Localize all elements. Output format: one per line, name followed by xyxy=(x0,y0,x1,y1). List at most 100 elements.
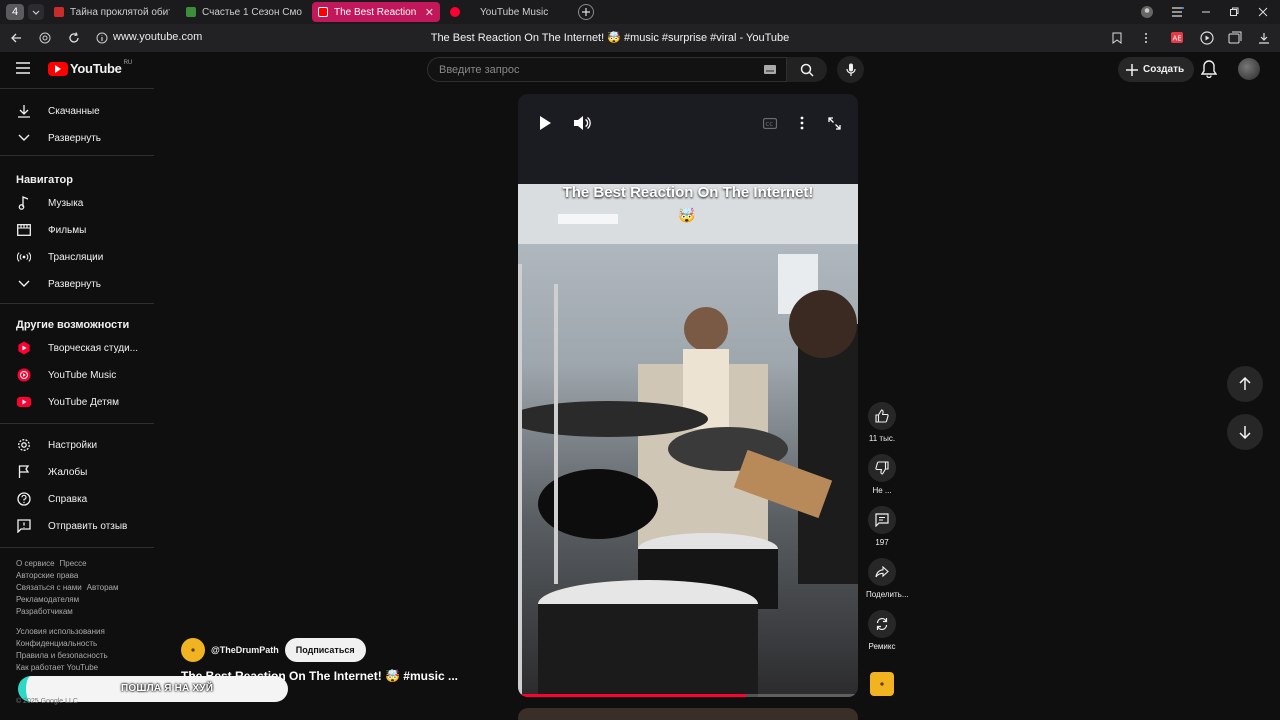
voice-search-button[interactable] xyxy=(837,56,864,83)
tab-counter[interactable]: 4 xyxy=(6,4,24,20)
sidebar-item-label: Скачанные xyxy=(48,105,100,117)
sidebar-item-help[interactable]: Справка xyxy=(0,486,154,512)
search-button[interactable] xyxy=(787,57,827,82)
sidebar-item-label: Развернуть xyxy=(48,278,102,290)
menu-icon[interactable] xyxy=(1170,4,1186,20)
microphone-icon xyxy=(845,63,856,76)
sidebar-item-label: Жалобы xyxy=(48,466,88,478)
channel-logo-icon xyxy=(191,648,195,652)
restore-icon[interactable] xyxy=(1226,4,1242,20)
more-options-icon[interactable] xyxy=(1138,30,1154,46)
site-info-icon[interactable] xyxy=(94,30,110,46)
video-progress-bar[interactable] xyxy=(518,694,858,697)
new-tab-button[interactable] xyxy=(578,4,594,20)
sidebar-item-settings[interactable]: Настройки xyxy=(0,432,154,458)
screenshot-extension-icon[interactable] xyxy=(1227,30,1243,46)
account-avatar[interactable] xyxy=(1238,58,1260,80)
sidebar-item-expand-navigator[interactable]: Развернуть xyxy=(0,271,154,297)
sidebar-item-feedback[interactable]: Отправить отзыв xyxy=(0,513,154,539)
footer-link[interactable]: Прессе xyxy=(60,559,87,568)
volume-button[interactable] xyxy=(571,112,593,134)
film-icon xyxy=(17,223,31,237)
sidebar-item-studio[interactable]: Творческая студи... xyxy=(0,335,154,361)
captions-button[interactable]: CC xyxy=(761,112,779,134)
sidebar-item-youtube-music[interactable]: YouTube Music xyxy=(0,362,154,388)
copyright-text: © 2025 Google LLC xyxy=(16,698,78,705)
reload-icon[interactable] xyxy=(66,30,82,46)
fullscreen-button[interactable] xyxy=(825,112,843,134)
footer-links: Условия использования xyxy=(16,627,110,636)
browser-tab-0[interactable]: Тайна проклятой обител xyxy=(48,2,176,22)
back-icon[interactable] xyxy=(8,30,24,46)
plus-icon xyxy=(582,8,590,16)
channel-avatar[interactable] xyxy=(181,638,205,662)
sidebar-item-label: Отправить отзыв xyxy=(48,520,128,532)
search-placeholder: Введите запрос xyxy=(439,64,520,76)
footer-link[interactable]: Условия использования xyxy=(16,627,105,636)
chevron-down-icon xyxy=(17,277,31,291)
url-text[interactable]: www.youtube.com xyxy=(113,31,202,43)
previous-short-button[interactable] xyxy=(1227,366,1263,402)
keyboard-icon[interactable] xyxy=(764,65,776,74)
next-short-button[interactable] xyxy=(1227,414,1263,450)
close-tab-icon[interactable]: ✕ xyxy=(425,6,434,19)
sidebar-item-youtube-kids[interactable]: YouTube Детям xyxy=(0,389,154,415)
footer-link[interactable]: О сервисе xyxy=(16,559,55,568)
remix-button[interactable] xyxy=(868,610,896,638)
profile-icon[interactable] xyxy=(1139,4,1155,20)
next-short-preview[interactable] xyxy=(518,708,858,720)
arrow-down-icon xyxy=(1239,426,1251,439)
footer-link[interactable]: Связаться с нами xyxy=(16,583,82,592)
remix-label: Ремикс xyxy=(868,642,896,651)
sound-thumbnail[interactable] xyxy=(870,672,894,696)
video-still-image xyxy=(518,184,858,697)
footer-link[interactable]: Разработчикам xyxy=(16,607,73,616)
youtube-kids-icon xyxy=(17,395,31,409)
vpn-shield-icon[interactable] xyxy=(37,30,53,46)
minimize-icon[interactable] xyxy=(1198,4,1214,20)
close-window-icon[interactable] xyxy=(1255,4,1271,20)
sidebar-item-films[interactable]: Фильмы xyxy=(0,217,154,243)
sidebar-item-music[interactable]: Музыка xyxy=(0,190,154,216)
translate-extension-icon[interactable]: AE xyxy=(1171,30,1187,46)
sidebar-item-reports[interactable]: Жалобы xyxy=(0,459,154,485)
footer-link[interactable]: Как работает YouTube xyxy=(16,663,98,672)
footer-link[interactable]: Конфиденциальность xyxy=(16,639,97,648)
create-button[interactable]: Создать xyxy=(1118,57,1195,82)
hamburger-menu-icon[interactable] xyxy=(16,62,32,78)
sidebar-item-expand[interactable]: Развернуть xyxy=(0,125,154,151)
dislike-button[interactable] xyxy=(868,454,896,482)
browser-tab-3[interactable]: YouTube Music xyxy=(444,2,572,22)
tab-title: Счастье 1 Сезон Смотре xyxy=(202,6,302,18)
like-button[interactable] xyxy=(868,402,896,430)
bookmark-icon[interactable] xyxy=(1109,30,1125,46)
play-button[interactable] xyxy=(534,112,556,134)
footer-link[interactable]: Авторам xyxy=(87,583,119,592)
divider xyxy=(0,303,154,304)
footer-link[interactable]: Рекламодателям xyxy=(16,595,79,604)
tab-menu-button[interactable] xyxy=(28,4,44,20)
browser-tab-2[interactable]: The Best Reaction On T ✕ xyxy=(312,2,440,22)
share-button[interactable] xyxy=(868,558,896,586)
media-extension-icon[interactable] xyxy=(1199,30,1215,46)
footer-link[interactable]: Авторские права xyxy=(16,571,78,580)
sidebar-item-live[interactable]: Трансляции xyxy=(0,244,154,270)
comments-button[interactable] xyxy=(868,506,896,534)
subscribe-button[interactable]: Подписаться xyxy=(284,638,366,662)
sidebar-item-downloads[interactable]: Скачанные xyxy=(0,98,154,124)
short-video-player[interactable]: The Best Reaction On The Internet! 🤯 CC xyxy=(518,94,858,697)
browser-tab-1[interactable]: Счастье 1 Сезон Смотре xyxy=(180,2,308,22)
channel-name[interactable]: @TheDrumPath xyxy=(211,645,279,655)
tab-title: YouTube Music xyxy=(480,6,549,18)
notifications-bell-icon[interactable] xyxy=(1201,60,1217,78)
youtube-logo[interactable]: YouTube RU xyxy=(48,60,132,76)
sidebar: Скачанные Развернуть Навигатор Музыка Фи… xyxy=(0,88,154,720)
more-video-options-button[interactable] xyxy=(793,112,811,134)
search-input[interactable]: Введите запрос xyxy=(427,57,787,82)
footer-link[interactable]: Правила и безопасность xyxy=(16,651,108,660)
search-icon xyxy=(800,63,814,77)
navigator-heading: Навигатор xyxy=(16,174,73,186)
overlay-banner-text: ПОШЛА Я НА ХУЙ xyxy=(121,683,214,694)
download-icon[interactable] xyxy=(1256,30,1272,46)
footer-links: Разработчикам xyxy=(16,607,78,616)
